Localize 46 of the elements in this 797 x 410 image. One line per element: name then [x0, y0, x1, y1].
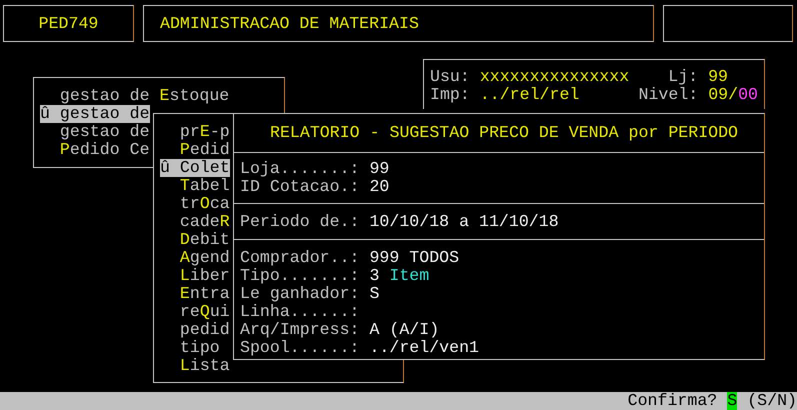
session-info: Nivel: 09/00	[638, 86, 759, 104]
field-label: Tipo.......:	[240, 266, 360, 285]
menu-item[interactable]: Agend	[160, 249, 230, 267]
session-info: Imp: ../rel/rel	[430, 86, 580, 104]
menu-item[interactable]: gestao de Estoque	[40, 87, 230, 105]
field-label: Loja.......:	[240, 159, 360, 178]
field-label: Spool......:	[240, 338, 360, 357]
system-title: ADMINISTRACAO DE MATERIAIS	[160, 14, 419, 32]
menu-item[interactable]: trOca	[160, 195, 230, 213]
confirm-prompt: Confirma?	[628, 392, 718, 410]
menu-item[interactable]: Tabel	[160, 177, 230, 195]
menu-item[interactable]: û Colet	[160, 159, 230, 177]
menu-item[interactable]: reQui	[160, 303, 230, 321]
field-value: ../rel/ven1	[369, 338, 479, 357]
field-label: ID Cotacao.:	[240, 177, 360, 196]
field-label: Arq/Impress:	[240, 320, 360, 339]
field-value: 999 TODOS	[369, 248, 460, 267]
report-title: RELATORIO - SUGESTAO PRECO DE VENDA por PERIODO	[270, 124, 738, 142]
menu-item[interactable]: Entra	[160, 285, 230, 303]
menu-item[interactable]: Pedido Ce	[40, 141, 150, 159]
session-info: Lj: 99	[668, 68, 729, 86]
field-label: Le ganhador:	[240, 284, 360, 303]
program-code: PED749	[38, 14, 98, 32]
menu-item[interactable]: cadeR	[160, 213, 230, 231]
menu-item[interactable]: Liber	[160, 267, 230, 285]
menu-item[interactable]: û gestao de	[40, 105, 150, 123]
field-value: 3	[369, 266, 380, 285]
session-info: Usu: xxxxxxxxxxxxxxx	[430, 68, 630, 86]
menu-item[interactable]: Lista	[160, 357, 230, 375]
field-value: A (A/I)	[369, 320, 440, 339]
menu-item[interactable]: Debit	[160, 231, 230, 249]
field-value: 99	[369, 159, 390, 178]
field-label: Linha......:	[240, 302, 360, 321]
answer-field[interactable]: S	[727, 392, 738, 410]
menu-item[interactable]: tipo	[160, 339, 220, 357]
menu-item[interactable]: Pedid	[160, 141, 230, 159]
menu-item[interactable]: gestao de	[40, 123, 150, 141]
field-label: Periodo de.:	[240, 212, 360, 231]
field-note: Item	[389, 266, 430, 285]
answer-options: (S/N)	[747, 392, 797, 410]
menu-item[interactable]: prE-p	[160, 123, 230, 141]
menu-item[interactable]: pedid	[160, 321, 230, 339]
field-label: Comprador..:	[240, 248, 360, 267]
field-value: 20	[369, 177, 390, 196]
field-value: 10/10/18 a 11/10/18	[369, 212, 559, 231]
field-value: S	[369, 284, 380, 303]
